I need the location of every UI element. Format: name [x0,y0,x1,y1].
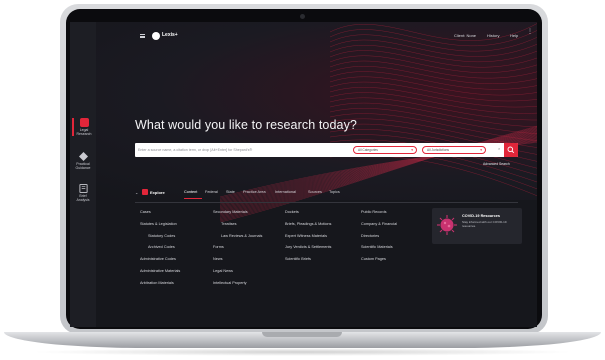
explore-icon [142,189,148,195]
content-link[interactable]: Jury Verdicts & Settlements [285,245,331,249]
content-link[interactable]: Treatises [213,222,262,226]
content-link[interactable]: Arbitration Materials [140,281,180,285]
content-link[interactable]: Cases [140,210,180,214]
active-tab-indicator [184,198,202,199]
content-link[interactable]: Dockets [285,210,331,214]
tab-sources[interactable]: Sources [308,190,322,194]
laptop-notch [262,332,342,337]
content-link[interactable]: Intellectual Property [213,281,262,285]
wave-line [329,71,537,90]
covid-card-description: Stay informed with our COVID-19 resource… [462,220,507,228]
content-link[interactable]: Scientific Briefs [285,257,331,261]
content-link[interactable]: Company & Financial [361,222,397,226]
chevron-down-icon: ▾ [480,148,482,152]
wave-line [329,87,537,108]
content-link[interactable]: Secondary Materials [213,210,262,214]
wave-line [329,66,537,84]
category-select[interactable]: All Categories ▾ [353,146,417,154]
explore-label[interactable]: Explore [150,190,165,195]
advanced-search-link[interactable]: Advanced Search [483,162,510,166]
wave-line [329,39,537,57]
more-options-icon[interactable]: ⋮ [527,29,533,39]
content-link[interactable]: Scientific Materials [361,245,397,249]
rail-item-brief-analysis[interactable]: Brief Analysis [72,184,94,202]
lightbulb-icon [78,152,88,161]
content-link[interactable]: Law Reviews & Journals [213,234,262,238]
content-link[interactable]: Archived Codes [140,245,180,249]
rail-item-legal-research[interactable]: Legal Research [72,118,94,136]
wave-line [329,50,537,68]
content-link[interactable]: Briefs, Pleadings & Motions [285,222,331,226]
content-column-4: Public Records Company & Financial Direc… [361,210,397,269]
content-link[interactable]: Administrative Codes [140,257,180,261]
content-link[interactable]: Directories [361,234,397,238]
tab-topics[interactable]: Topics [329,190,340,194]
explore-divider [135,202,518,203]
nav-help[interactable]: Help [510,33,518,38]
tab-practice-area[interactable]: Practice Area [243,190,266,194]
wave-line [329,81,537,102]
content-link[interactable]: Statutory Codes [140,234,180,238]
wave-line [329,55,537,73]
rail-item-practical-guidance[interactable]: Practical Guidance [72,152,94,170]
wave-line [329,60,537,79]
lexis-logo-icon [152,32,160,40]
app-screen: Legal Research Practical Guidance Brief … [70,22,537,327]
content-column-3: Dockets Briefs, Pleadings & Motions Expe… [285,210,331,269]
content-link[interactable]: Public Records [361,210,397,214]
tab-federal[interactable]: Federal [205,190,218,194]
content-link[interactable]: Legal News [213,269,262,273]
content-link[interactable]: News [213,257,262,261]
virus-icon [437,215,457,235]
page-headline: What would you like to research today? [135,118,357,132]
left-rail: Legal Research Practical Guidance Brief … [70,22,96,327]
nav-client[interactable]: Client: None [454,33,476,38]
wave-line [329,34,537,52]
wave-line [329,23,537,41]
content-column-2: Secondary Materials Treatises Law Review… [213,210,262,293]
wave-line [329,29,537,47]
camera [300,14,305,19]
covid-card-title: COVID-19 Resources [462,214,500,218]
hamburger-menu-icon[interactable] [140,34,145,38]
document-icon [78,184,88,193]
clear-search-icon[interactable]: × [498,146,500,151]
search-button[interactable] [504,143,518,157]
search-bar: All Categories ▾ All Jurisdictions ▾ × [135,143,518,157]
tab-state[interactable]: State [226,190,235,194]
content-link[interactable]: Forms [213,245,262,249]
covid-resources-card[interactable]: COVID-19 Resources Stay informed with ou… [432,208,522,244]
content-link[interactable]: Expert Witness Materials [285,234,331,238]
search-input[interactable] [138,144,348,156]
chevron-down-icon[interactable]: ⌄ [135,190,138,195]
search-icon [507,146,515,154]
legal-research-icon [79,118,89,127]
laptop-shadow [30,348,575,356]
chevron-down-icon: ▾ [411,148,413,152]
content-link[interactable]: Statutes & Legislation [140,222,180,226]
nav-history[interactable]: History [487,33,499,38]
tab-content[interactable]: Content [184,190,197,194]
content-column-1: Cases Statutes & Legislation Statutory C… [140,210,180,293]
tab-international[interactable]: International [275,190,296,194]
jurisdiction-select[interactable]: All Jurisdictions ▾ [422,146,486,154]
content-link[interactable]: Administrative Materials [140,269,180,273]
app-logo-text: Lexis+ [162,32,178,38]
content-link[interactable]: Custom Pages [361,257,397,261]
